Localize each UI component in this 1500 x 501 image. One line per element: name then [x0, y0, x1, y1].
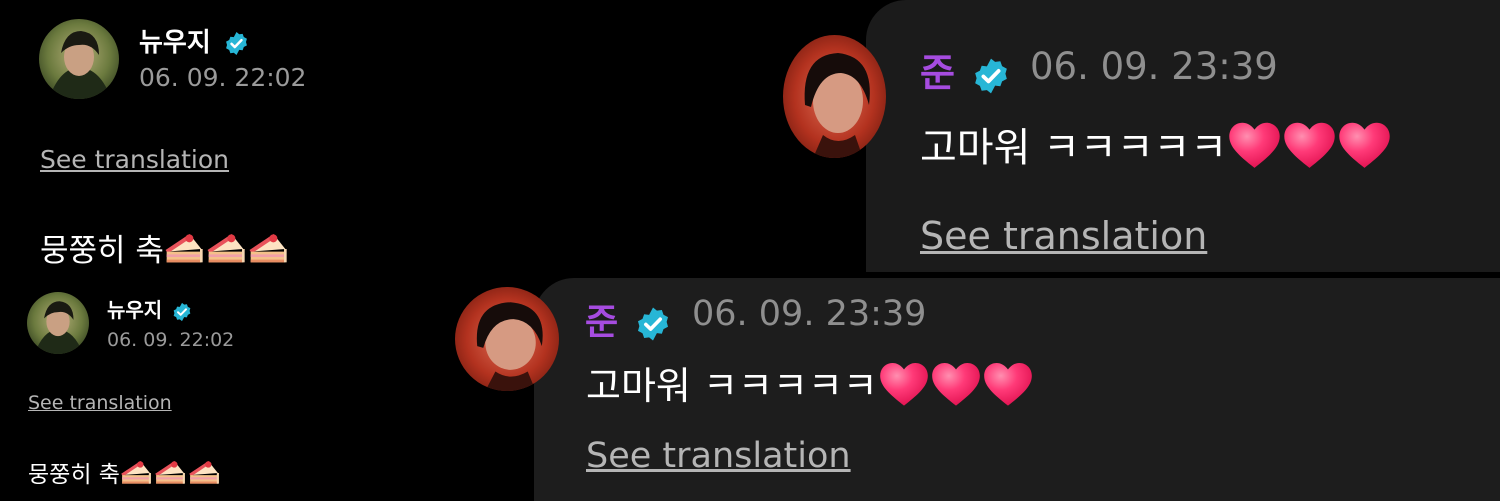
- avatar[interactable]: [783, 35, 886, 158]
- author-name-text: 뉴우지: [139, 28, 211, 58]
- avatar[interactable]: [39, 19, 119, 99]
- message-text-content: 뭉쭝히 축: [40, 233, 164, 269]
- verified-badge-icon: [224, 31, 249, 56]
- author-name[interactable]: 뉴우지: [139, 22, 249, 59]
- avatar[interactable]: [455, 287, 559, 391]
- post-timestamp: 06. 09. 22:02: [139, 63, 307, 92]
- post-timestamp: 06. 09. 22:02: [107, 329, 235, 351]
- cake-slice-emoji-icon: [120, 459, 220, 493]
- message-text: 뭉쭝히 축: [40, 225, 288, 275]
- heart-emoji-icon: [878, 359, 1034, 418]
- see-translation-link[interactable]: See translation: [586, 436, 851, 476]
- author-name[interactable]: 뉴우지: [107, 294, 192, 323]
- message-text: 뭉쭝히 축: [28, 455, 220, 493]
- verified-badge-icon: [635, 306, 671, 342]
- author-name-text: 뉴우지: [107, 298, 163, 322]
- author-name[interactable]: 준: [585, 293, 671, 345]
- verified-badge-icon: [172, 302, 192, 322]
- message-text-content: 고마워 ㅋㅋㅋㅋㅋ: [586, 364, 878, 408]
- author-name-text: 준: [920, 51, 955, 95]
- post-timestamp: 06. 09. 23:39: [1030, 45, 1278, 88]
- author-name[interactable]: 준: [920, 42, 1010, 97]
- message-text-content: 뭉쭝히 축: [28, 462, 120, 488]
- author-name-text: 준: [585, 302, 619, 343]
- see-translation-link[interactable]: See translation: [920, 214, 1207, 258]
- message-text: 고마워 ㅋㅋㅋㅋㅋ: [920, 115, 1392, 181]
- post-timestamp: 06. 09. 23:39: [692, 294, 927, 334]
- cake-slice-emoji-icon: [164, 231, 288, 275]
- message-text-content: 고마워 ㅋㅋㅋㅋㅋ: [920, 125, 1228, 171]
- avatar[interactable]: [27, 292, 89, 354]
- message-text: 고마워 ㅋㅋㅋㅋㅋ: [586, 355, 1034, 418]
- verified-badge-icon: [972, 57, 1010, 95]
- see-translation-link[interactable]: See translation: [28, 392, 172, 414]
- heart-emoji-icon: [1227, 119, 1392, 181]
- see-translation-link[interactable]: See translation: [40, 145, 229, 174]
